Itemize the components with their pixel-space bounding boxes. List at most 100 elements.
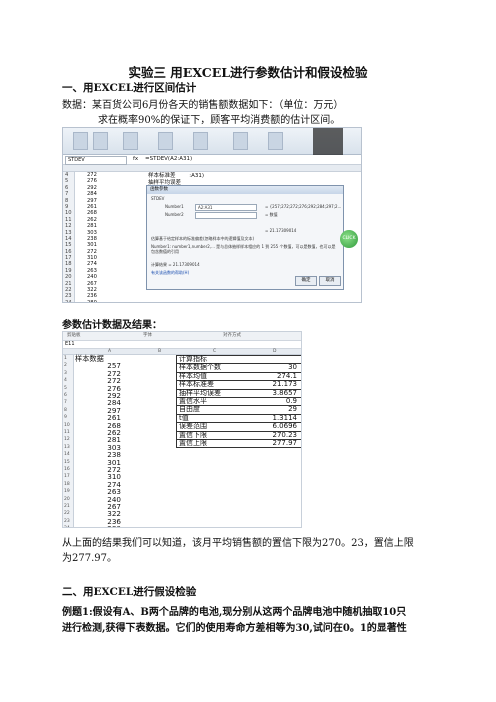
formula-bar: E11 <box>63 341 301 349</box>
dialog-description: 估算基于给定样本的标准偏差(忽略样本中的逻辑值及文本) <box>151 236 255 241</box>
toolbar-group-alignment: 对齐方式 <box>223 333 241 338</box>
stat-label: 样本数据个数 <box>179 363 221 372</box>
section1-heading: 一、用EXCEL进行区间估计 <box>62 82 197 94</box>
number1-input[interactable]: A2:A31 <box>195 204 257 211</box>
number2-preview: = 数值 <box>265 212 278 217</box>
excel-screenshot-results: 剪贴板 字体 对齐方式 E11 A B C D 1 样本数据 2 257 3 272 4 27… <box>62 331 302 528</box>
floating-badge-icon[interactable]: CLICK <box>340 230 358 248</box>
section2-heading: 二、用EXCEL进行假设检验 <box>62 586 197 598</box>
ribbon-button <box>93 132 108 150</box>
stats-row: 置信上限 277.97 <box>177 438 301 449</box>
row-number: 20 <box>64 496 70 502</box>
col-a: A <box>108 349 112 354</box>
excel-toolbar: 剪贴板 字体 对齐方式 <box>63 332 301 341</box>
sample-value: 280 <box>97 525 121 527</box>
excel-screenshot-stdev: STDEV fx =STDEV(A2:A31) 4 272 5 276 6 292 7 284… <box>62 127 362 303</box>
formula-bar: STDEV fx =STDEV(A2:A31) <box>63 155 361 165</box>
stat-label: 自由度 <box>179 405 200 414</box>
row-number: 19 <box>64 489 70 495</box>
stat-label: 置信上限 <box>179 438 207 447</box>
page-title: 实验三 用EXCEL进行参数估计和假设检验 <box>128 65 368 80</box>
example-line-1: 例题1:假设有A、B两个品牌的电池,现分别从这两个品牌电池中随机抽取10只 <box>62 607 407 618</box>
note-stdev: 样本标准差 <box>148 173 176 179</box>
row-number: 2 <box>64 363 67 369</box>
formula-text: =STDEV(A2:A31) <box>145 156 193 162</box>
number1-help: Number1: number1,number2,... 是与总体抽样样本相应的… <box>151 244 336 254</box>
example-line-2: 进行检测,获得下表数据。它们的使用寿命方差相等为30,试问在0。1的显著性 <box>62 623 407 634</box>
ribbon-button <box>268 132 283 150</box>
ribbon-button <box>123 132 138 150</box>
dialog-title: 函数参数 <box>147 186 343 194</box>
stat-value: 21.173 <box>272 380 298 389</box>
help-link[interactable]: 有关该函数的帮助(H) <box>151 270 189 275</box>
number1-label: Number1 <box>165 204 184 209</box>
row-number: 1 <box>64 356 67 361</box>
sheet-row: 24 280 <box>63 299 103 303</box>
stat-value: 277.97 <box>272 438 298 447</box>
section1-task: 求在概率90%的保证下，顾客平均消费额的估计区间。 <box>98 115 341 126</box>
stat-label: 抽样平均误差 <box>179 388 221 397</box>
dialog-function-name: STDEV <box>151 196 165 201</box>
col-b: B <box>158 349 162 354</box>
conclusion-line-2: 为277.97。 <box>62 553 117 564</box>
name-box: E11 <box>65 341 75 347</box>
col-d: D <box>273 349 277 354</box>
cancel-button[interactable]: 取消 <box>319 276 341 286</box>
number1-preview: = {257;272;272;276;292;284;297;2... <box>265 204 342 209</box>
screen-overlay <box>313 128 343 156</box>
sample-value: 280 <box>87 299 97 303</box>
stat-value: 274.1 <box>276 371 297 380</box>
ribbon-button <box>233 132 248 150</box>
row-number: 21 <box>64 504 70 509</box>
row-number: 7 <box>64 400 67 406</box>
toolbar-group-clipboard: 剪贴板 <box>67 333 81 338</box>
row-number: 18 <box>64 481 70 487</box>
statistics-table: 计算指标 样本数据个数 30 样本均值 274.1 样本标准差 21.173 抽样平均误差 3.… <box>176 355 301 449</box>
stat-label: 样本标准差 <box>179 380 214 389</box>
row-number: 11 <box>64 430 70 435</box>
stat-label: 置信下限 <box>179 430 207 439</box>
row-number: 24 <box>65 299 72 303</box>
conclusion-line-1: 从上面的结果我们可以知道，该月平均销售额的置信下限为270。23，置信上限 <box>62 538 414 549</box>
row-number: 8 <box>64 407 67 413</box>
fx-icon: fx <box>133 156 139 162</box>
toolbar-group-font: 字体 <box>143 333 152 338</box>
function-arguments-dialog: 函数参数 STDEV Number1 A2:A31 = {257;272;272… <box>146 185 344 290</box>
stat-value: 30 <box>288 363 297 372</box>
sample-column: 4 272 5 276 6 292 7 284 8 297 9 261 10 268 11 262 12 281 1… <box>63 172 103 303</box>
column-header-bar <box>63 165 361 172</box>
section1-intro: 数据：某百货公司6月份各天的销售额数据如下：（单位：万元） <box>62 100 344 111</box>
document-page: 实验三 用EXCEL进行参数估计和假设检验 一、用EXCEL进行区间估计 数据：… <box>0 0 496 702</box>
calc-result: 计算结果 = 21.17309014 <box>151 262 200 267</box>
row-number: 13 <box>64 444 70 450</box>
ok-button[interactable]: 确定 <box>295 276 317 286</box>
stat-value: 0.9 <box>285 396 297 405</box>
sample-header: 样本数据 <box>75 354 104 363</box>
row-number: 17 <box>64 474 70 480</box>
result-preview: = 21.17309014 <box>265 228 297 233</box>
col-c: C <box>213 349 217 354</box>
row-number: 14 <box>64 452 70 458</box>
name-box: STDEV <box>65 156 127 165</box>
ribbon-button <box>73 132 88 150</box>
stat-value: 6.0696 <box>272 422 298 431</box>
note-ref: :A31) <box>189 173 205 179</box>
number2-label: Number2 <box>165 212 184 217</box>
row-number: 15 <box>64 459 70 465</box>
row-number: 3 <box>64 370 67 376</box>
stat-value: 29 <box>288 405 297 414</box>
row-number: 10 <box>64 422 70 428</box>
ribbon-button <box>193 132 208 150</box>
stat-value: 3.8657 <box>272 388 298 397</box>
row-number: 4 <box>64 378 67 384</box>
row-number: 6 <box>64 393 67 398</box>
row-number: 5 <box>64 385 67 391</box>
row-number: 22 <box>64 511 70 517</box>
number2-input[interactable] <box>195 212 257 219</box>
row-number: 24 <box>64 525 72 527</box>
ribbon-button <box>158 132 173 150</box>
row-number: 23 <box>64 518 70 524</box>
row-number: 12 <box>64 437 70 443</box>
row-number: 9 <box>64 415 67 421</box>
number1-value: A2:A31 <box>198 205 213 210</box>
